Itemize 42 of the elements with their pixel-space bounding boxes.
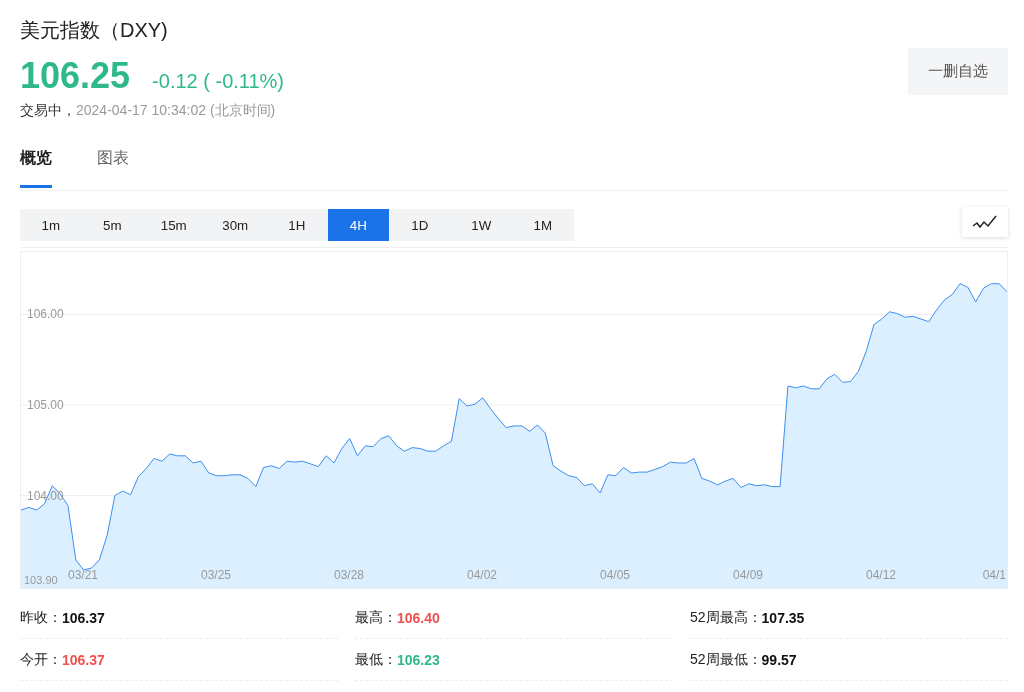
line-chart-icon [972, 215, 998, 229]
period-button[interactable]: 1H [266, 209, 328, 241]
y-axis-label: 103.90 [24, 574, 58, 586]
price: 106.25 [20, 56, 131, 96]
stat-label: 52周最低： [690, 650, 762, 669]
stat-value: 106.37 [62, 651, 105, 668]
period-button[interactable]: 1m [20, 209, 82, 241]
timestamp: 2024-04-17 10:34:02 (北京时间) [76, 102, 276, 118]
period-button[interactable]: 15m [143, 209, 205, 241]
stat-value: 106.37 [62, 609, 105, 626]
x-axis-label: 03/25 [201, 568, 231, 582]
x-axis-label: 03/28 [334, 568, 364, 582]
tab[interactable]: 图表 [97, 134, 129, 188]
remove-watchlist-button[interactable]: 一删自选 [908, 48, 1008, 95]
x-axis-label: 03/21 [68, 568, 98, 582]
x-axis-label: 04/05 [600, 568, 630, 582]
stat-label: 昨收： [20, 608, 62, 627]
period-button[interactable]: 1D [389, 209, 451, 241]
stat-label: 最低： [355, 650, 397, 669]
page-title: 美元指数（DXY) [20, 18, 169, 43]
y-axis-label: 105.00 [27, 398, 64, 413]
x-axis-label: 04/12 [866, 568, 896, 582]
stat-label: 52周最高： [690, 608, 762, 627]
chart-type-button[interactable] [962, 207, 1008, 237]
y-axis-label: 106.00 [27, 307, 64, 322]
x-axis-label: 04/1 [982, 568, 1006, 582]
period-button[interactable]: 1W [450, 209, 512, 241]
price-change: -0.12 ( -0.11%) [152, 70, 284, 93]
x-axis-label: 04/09 [733, 568, 763, 582]
period-button[interactable]: 30m [204, 209, 266, 241]
x-axis-label: 04/02 [467, 568, 497, 582]
tab[interactable]: 概览 [20, 134, 52, 188]
trading-status: 交易中， [20, 102, 76, 118]
stat-label: 今开： [20, 650, 62, 669]
stat-value: 107.35 [761, 609, 805, 626]
stat-value: 99.57 [761, 651, 797, 668]
stat-value: 106.23 [397, 651, 440, 668]
period-button[interactable]: 5m [81, 209, 143, 241]
stat-value: 106.40 [397, 609, 440, 626]
period-button[interactable]: 4H [327, 209, 389, 241]
stat-label: 最高： [355, 608, 397, 627]
period-button[interactable]: 1M [512, 209, 574, 241]
